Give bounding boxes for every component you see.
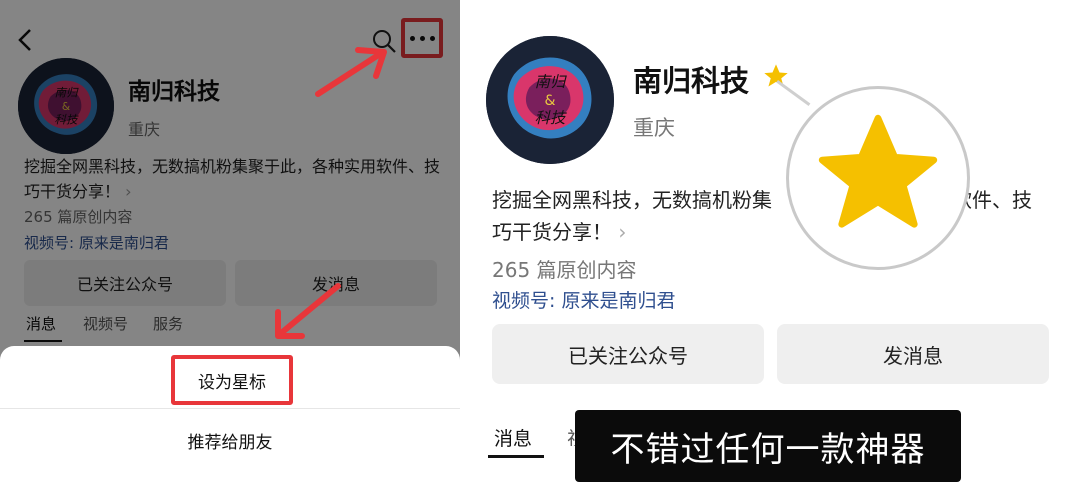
chevron-right-icon: › <box>618 220 627 244</box>
followed-button[interactable]: 已关注公众号 <box>492 324 764 384</box>
avatar-text-3: 科技 <box>535 109 567 127</box>
send-message-button[interactable]: 发消息 <box>777 324 1049 384</box>
tab-video-channel-partial[interactable]: 视 <box>567 424 575 446</box>
divider <box>0 408 460 409</box>
star-icon <box>818 114 938 228</box>
account-description[interactable]: 挖掘全网黑科技，无数搞机粉集 软件、技 巧干货分享！ › <box>492 184 1067 248</box>
left-screenshot: 南归 & 科技 南归科技 重庆 挖掘全网黑科技，无数搞机粉集聚于此，各种实用软件… <box>0 0 460 484</box>
tab-indicator <box>488 455 544 458</box>
right-screenshot: 南归 & 科技 南归科技 重庆 挖掘全网黑科技，无数搞机粉集 软件、技 巧干货分享… <box>470 0 1080 484</box>
arrow-icon <box>315 47 387 97</box>
video-channel-link[interactable]: 视频号: 原来是南归君 <box>492 286 675 313</box>
set-star-option[interactable]: 设为星标 <box>171 355 293 405</box>
panel-gap <box>460 0 470 484</box>
video-subtitle: 不错过任何一款神器 <box>575 410 961 482</box>
description-line1: 挖掘全网黑科技，无数搞机粉集 <box>492 188 772 212</box>
tab-messages[interactable]: 消息 <box>494 424 532 451</box>
recommend-to-friend-option[interactable]: 推荐给朋友 <box>0 428 460 453</box>
arrow-icon <box>275 283 341 339</box>
magnifier-callout <box>786 86 970 270</box>
magnifier-pointer <box>776 80 811 106</box>
account-location: 重庆 <box>633 116 675 140</box>
avatar-text-1: 南归 <box>535 73 567 91</box>
description-line2: 巧干货分享！ <box>492 220 612 244</box>
account-name: 南归科技 <box>633 64 750 98</box>
avatar[interactable]: 南归 & 科技 <box>486 36 614 164</box>
avatar-text-2: & <box>545 93 556 109</box>
article-count: 265 篇原创内容 <box>492 258 637 282</box>
